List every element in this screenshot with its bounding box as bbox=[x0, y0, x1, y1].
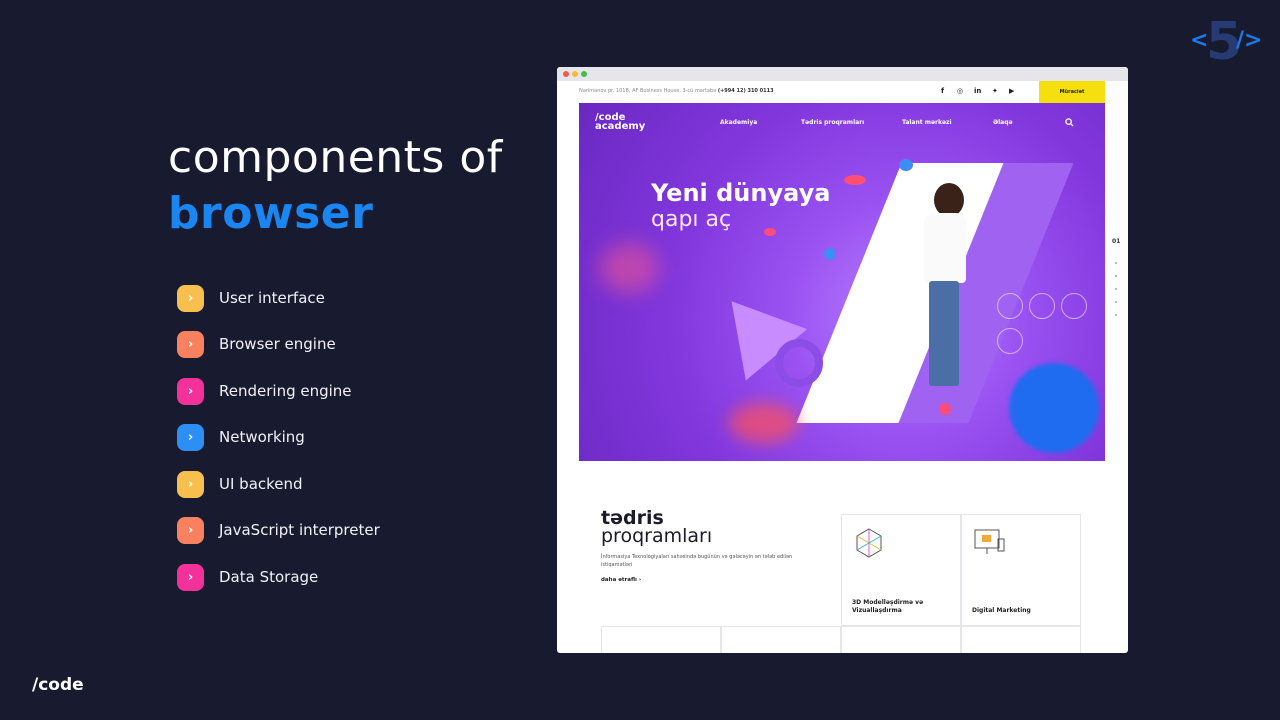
like-bubble-icon bbox=[1009, 363, 1099, 453]
site-logo[interactable]: /code academy bbox=[595, 113, 645, 132]
program-card-label: 3D Modelləşdirmə və Vizuallaşdırma bbox=[852, 599, 924, 614]
hero-subtitle: qapı aç bbox=[651, 207, 732, 232]
program-card[interactable] bbox=[841, 626, 961, 653]
list-item-label: UI backend bbox=[219, 475, 303, 493]
glow-bubble bbox=[729, 403, 799, 443]
chevron-right-icon: › bbox=[177, 377, 204, 405]
program-card-3d[interactable]: 3D Modelləşdirmə və Vizuallaşdırma bbox=[841, 514, 961, 626]
pager-dot[interactable] bbox=[1115, 275, 1117, 277]
list-item-label: Data Storage bbox=[219, 568, 319, 586]
chevron-right-icon: › bbox=[177, 516, 204, 544]
stat-circle bbox=[1029, 293, 1055, 319]
program-card[interactable] bbox=[721, 626, 841, 653]
heart-sticker-icon bbox=[844, 175, 866, 185]
person-legs bbox=[929, 281, 959, 386]
nav-item-programs[interactable]: Tədris proqramları bbox=[801, 119, 864, 126]
program-card-marketing[interactable]: Digital Marketing bbox=[961, 514, 1081, 626]
more-link[interactable]: daha ətraflı › bbox=[601, 577, 641, 583]
list-item-networking: › Networking bbox=[177, 423, 437, 451]
brand-footer: /code bbox=[32, 675, 84, 695]
list-item-label: JavaScript interpreter bbox=[219, 521, 380, 539]
list-item-label: User interface bbox=[219, 289, 325, 307]
chevron-right-icon: › bbox=[177, 330, 204, 358]
list-item-label: Rendering engine bbox=[219, 382, 352, 400]
person-body bbox=[924, 213, 966, 283]
heart-sticker-icon bbox=[764, 228, 776, 236]
list-item-user-interface: › User interface bbox=[177, 284, 437, 312]
stat-circle bbox=[1061, 293, 1087, 319]
list-item-browser-engine: › Browser engine bbox=[177, 330, 437, 358]
program-card[interactable] bbox=[961, 626, 1081, 653]
site-topbar: Nərimanov pr. 101B, AF Business House, 3… bbox=[579, 81, 1105, 103]
chevron-right-icon: › bbox=[177, 284, 204, 312]
ring-graphic bbox=[775, 339, 823, 387]
slider-pager: 01 bbox=[1112, 238, 1121, 245]
close-dot-icon bbox=[563, 71, 569, 77]
programs-description: İnformasiya Texnologiyaları sahəsində bu… bbox=[601, 554, 793, 568]
chevron-right-icon: › bbox=[177, 563, 204, 591]
list-item-rendering-engine: › Rendering engine bbox=[177, 377, 437, 405]
list-item-javascript-interpreter: › JavaScript interpreter bbox=[177, 516, 437, 544]
linkedin-icon[interactable]: in bbox=[974, 87, 981, 95]
pager-dot[interactable] bbox=[1115, 314, 1117, 316]
address-text: Nərimanov pr. 101B, AF Business House, 3… bbox=[579, 88, 774, 94]
monitor-icon bbox=[974, 529, 1005, 554]
pager-dot[interactable] bbox=[1115, 288, 1117, 290]
youtube-icon[interactable]: ▶ bbox=[1009, 87, 1014, 95]
programs-title-light: proqramları bbox=[601, 525, 713, 547]
facebook-icon[interactable]: f bbox=[941, 87, 944, 95]
minimize-dot-icon bbox=[572, 71, 578, 77]
program-card-label: Digital Marketing bbox=[972, 607, 1031, 614]
twitter-icon[interactable]: ✦ bbox=[992, 87, 998, 95]
pager-dot[interactable] bbox=[1115, 262, 1117, 264]
heart-sticker-icon bbox=[939, 403, 951, 415]
browser-chrome-bar bbox=[557, 67, 1128, 81]
logo-right-bracket: /> bbox=[1236, 28, 1263, 53]
hero-banner: /code academy Akademiya Tədris proqramla… bbox=[579, 103, 1105, 461]
slide-title-line2: browser bbox=[168, 188, 374, 239]
slide-title-line1: components of bbox=[168, 132, 503, 183]
apply-button[interactable]: Müraciət bbox=[1039, 81, 1105, 103]
chevron-right-icon: › bbox=[177, 470, 204, 498]
like-sticker-icon bbox=[899, 159, 913, 171]
instagram-icon[interactable]: ◎ bbox=[957, 87, 963, 95]
chevron-right-icon: › bbox=[177, 423, 204, 451]
browser-screenshot: Nərimanov pr. 101B, AF Business House, 3… bbox=[557, 67, 1128, 653]
code5-logo: < 5 /> bbox=[1190, 12, 1263, 72]
pager-dot[interactable] bbox=[1115, 301, 1117, 303]
nav-item-akademiya[interactable]: Akademiya bbox=[720, 119, 757, 126]
hero-title: Yeni dünyaya bbox=[651, 179, 831, 207]
program-card[interactable] bbox=[601, 626, 721, 653]
search-icon[interactable] bbox=[1065, 118, 1074, 127]
stat-circle bbox=[997, 328, 1023, 354]
list-item-data-storage: › Data Storage bbox=[177, 563, 437, 591]
list-item-label: Browser engine bbox=[219, 335, 336, 353]
3d-cube-icon bbox=[856, 528, 882, 558]
nav-item-contact[interactable]: Əlaqə bbox=[993, 119, 1013, 126]
glow-bubble bbox=[599, 243, 659, 293]
stat-circle bbox=[997, 293, 1023, 319]
list-item-label: Networking bbox=[219, 428, 305, 446]
like-sticker-icon bbox=[824, 248, 836, 260]
person-head bbox=[934, 183, 964, 217]
nav-item-talent[interactable]: Talant mərkəzi bbox=[902, 119, 952, 126]
list-item-ui-backend: › UI backend bbox=[177, 470, 437, 498]
maximize-dot-icon bbox=[581, 71, 587, 77]
